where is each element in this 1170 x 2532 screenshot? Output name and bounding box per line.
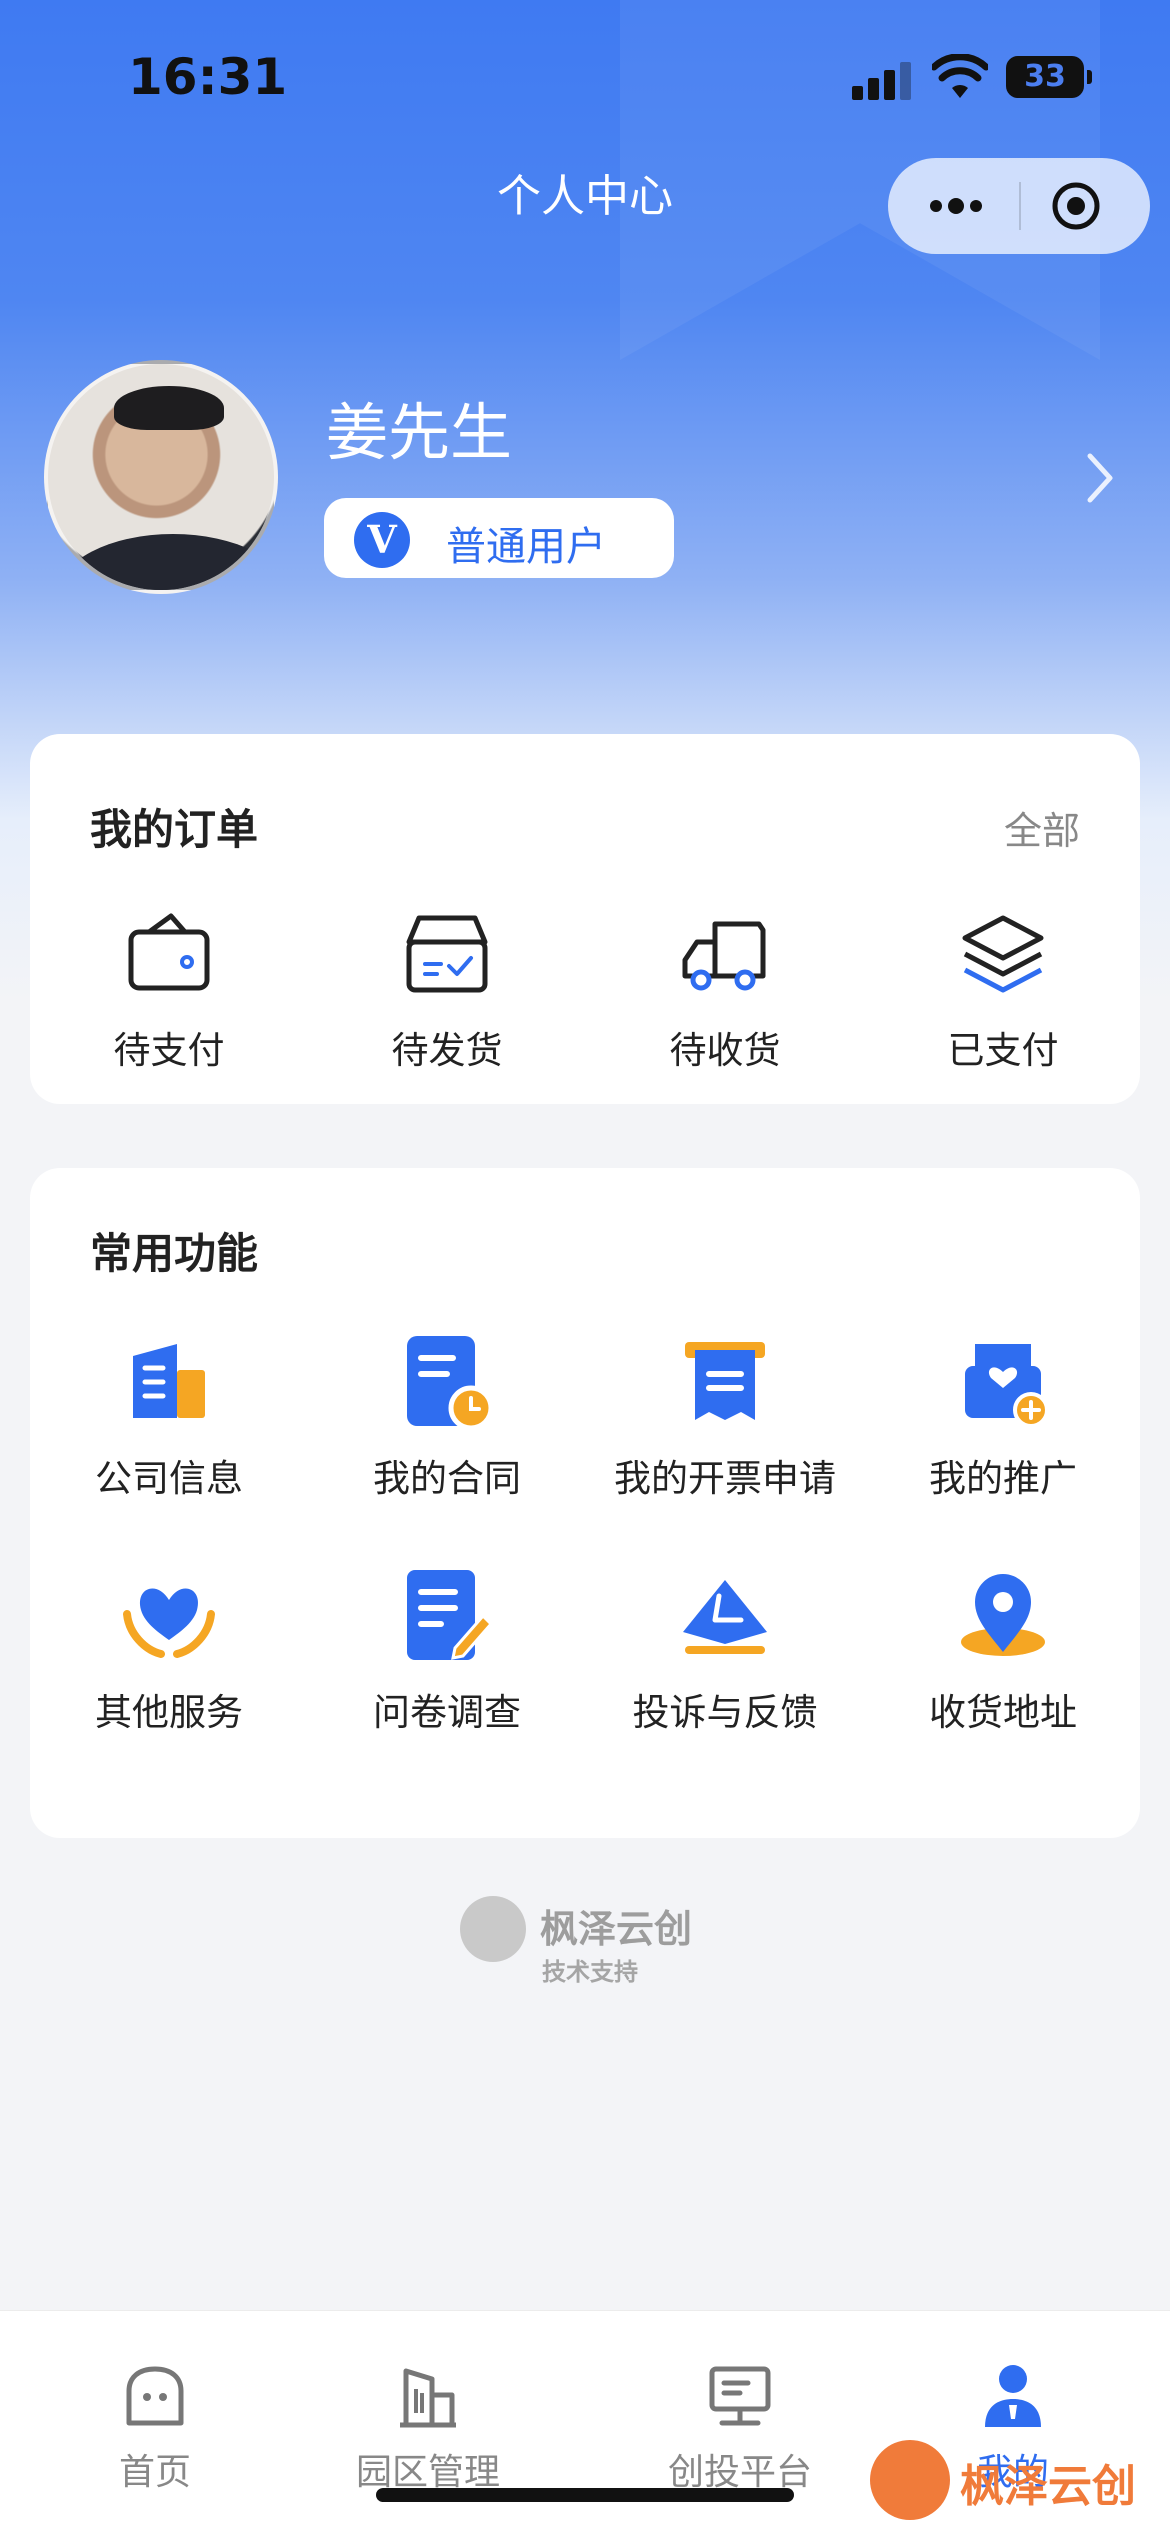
- functions-title: 常用功能: [90, 1229, 259, 1278]
- brand-name: 枫泽云创: [540, 1906, 693, 1951]
- order-pending-receipt[interactable]: 待收货: [586, 904, 864, 1074]
- heart-hands-icon: [123, 1588, 215, 1658]
- watermark-logo-icon: [870, 2440, 950, 2520]
- user-icon: [985, 2365, 1041, 2427]
- orders-view-all[interactable]: 全部: [1004, 800, 1080, 855]
- function-label: 投诉与反馈: [632, 1691, 818, 1734]
- chevron-right-icon[interactable]: [1080, 448, 1120, 508]
- function-label: 我的推广: [929, 1457, 1077, 1500]
- avatar[interactable]: [44, 360, 278, 594]
- miniprogram-capsule: [888, 158, 1150, 254]
- tab-venture-platform[interactable]: 创投平台: [620, 2361, 860, 2495]
- home-indicator: [376, 2488, 794, 2502]
- order-item-label: 已支付: [947, 1029, 1059, 1072]
- order-item-label: 待收货: [669, 1029, 781, 1072]
- invoice-icon: [685, 1342, 765, 1420]
- orders-title: 我的订单: [90, 805, 259, 854]
- layers-icon: [962, 915, 1044, 993]
- member-level-badge: V 普通用户: [324, 498, 674, 578]
- capsule-divider: [1019, 182, 1021, 230]
- park-icon: [400, 2368, 456, 2428]
- home-icon: [126, 2366, 184, 2426]
- avatar-shirt: [58, 534, 274, 590]
- function-label: 收货地址: [929, 1691, 1077, 1734]
- function-invoice-application[interactable]: 我的开票申请: [586, 1332, 864, 1502]
- function-company-info[interactable]: 公司信息: [30, 1332, 308, 1502]
- more-icon[interactable]: [926, 188, 986, 224]
- feedback-icon: [683, 1580, 767, 1654]
- member-level-label: 普通用户: [446, 524, 606, 570]
- tab-park-management[interactable]: 园区管理: [308, 2361, 548, 2495]
- function-my-promotion[interactable]: 我的推广: [864, 1332, 1142, 1502]
- function-label: 公司信息: [95, 1457, 243, 1500]
- box-icon: [406, 915, 488, 993]
- vip-icon: V: [354, 512, 410, 568]
- common-functions-card: 常用功能 公司信息 我的合同 我的开票申请 我的推广 其他服务 问卷调查 投诉与…: [30, 1168, 1140, 1838]
- building-icon: [133, 1344, 205, 1418]
- cellular-signal-icon: [852, 60, 912, 100]
- wallet-icon: [128, 913, 210, 991]
- avatar-hair: [114, 386, 224, 430]
- promotion-icon: [965, 1344, 1049, 1428]
- battery-icon: 33: [1006, 56, 1092, 98]
- function-other-services[interactable]: 其他服务: [30, 1566, 308, 1736]
- function-label: 我的开票申请: [614, 1457, 836, 1500]
- order-paid[interactable]: 已支付: [864, 904, 1142, 1074]
- tab-label: 首页: [118, 2452, 191, 2493]
- contract-icon: [407, 1336, 494, 1431]
- close-target-icon[interactable]: [1050, 180, 1102, 232]
- wifi-icon: [932, 54, 988, 98]
- function-shipping-address[interactable]: 收货地址: [864, 1566, 1142, 1736]
- user-profile[interactable]: 姜先生 V 普通用户: [44, 360, 1144, 600]
- status-bar: 16:31 33: [0, 0, 1170, 150]
- platform-icon: [709, 2366, 771, 2426]
- function-complaint-feedback[interactable]: 投诉与反馈: [586, 1566, 864, 1736]
- tab-home[interactable]: 首页: [35, 2361, 275, 2495]
- status-time: 16:31: [128, 48, 288, 106]
- location-icon: [961, 1574, 1045, 1656]
- function-my-contract[interactable]: 我的合同: [308, 1332, 586, 1502]
- watermark-text: 枫泽云创: [960, 2461, 1136, 2512]
- truck-icon: [682, 921, 766, 991]
- function-label: 我的合同: [373, 1457, 521, 1500]
- my-orders-card: 我的订单 全部 待支付 待发货 待收货 已支付: [30, 734, 1140, 1104]
- tech-support-brand: 枫泽云创 技术支持: [460, 1890, 720, 1990]
- maple-leaf-logo-icon: [460, 1896, 526, 1962]
- tech-support-label: 技术支持: [542, 1957, 638, 1986]
- order-item-label: 待发货: [391, 1029, 503, 1072]
- function-label: 其他服务: [95, 1691, 243, 1734]
- function-survey[interactable]: 问卷调查: [308, 1566, 586, 1736]
- survey-icon: [407, 1570, 494, 1660]
- order-item-label: 待支付: [113, 1029, 225, 1072]
- watermark: 枫泽云创: [870, 2440, 1170, 2532]
- order-pending-payment[interactable]: 待支付: [30, 904, 308, 1074]
- function-label: 问卷调查: [373, 1691, 521, 1734]
- user-name: 姜先生: [326, 396, 513, 469]
- order-pending-shipment[interactable]: 待发货: [308, 904, 586, 1074]
